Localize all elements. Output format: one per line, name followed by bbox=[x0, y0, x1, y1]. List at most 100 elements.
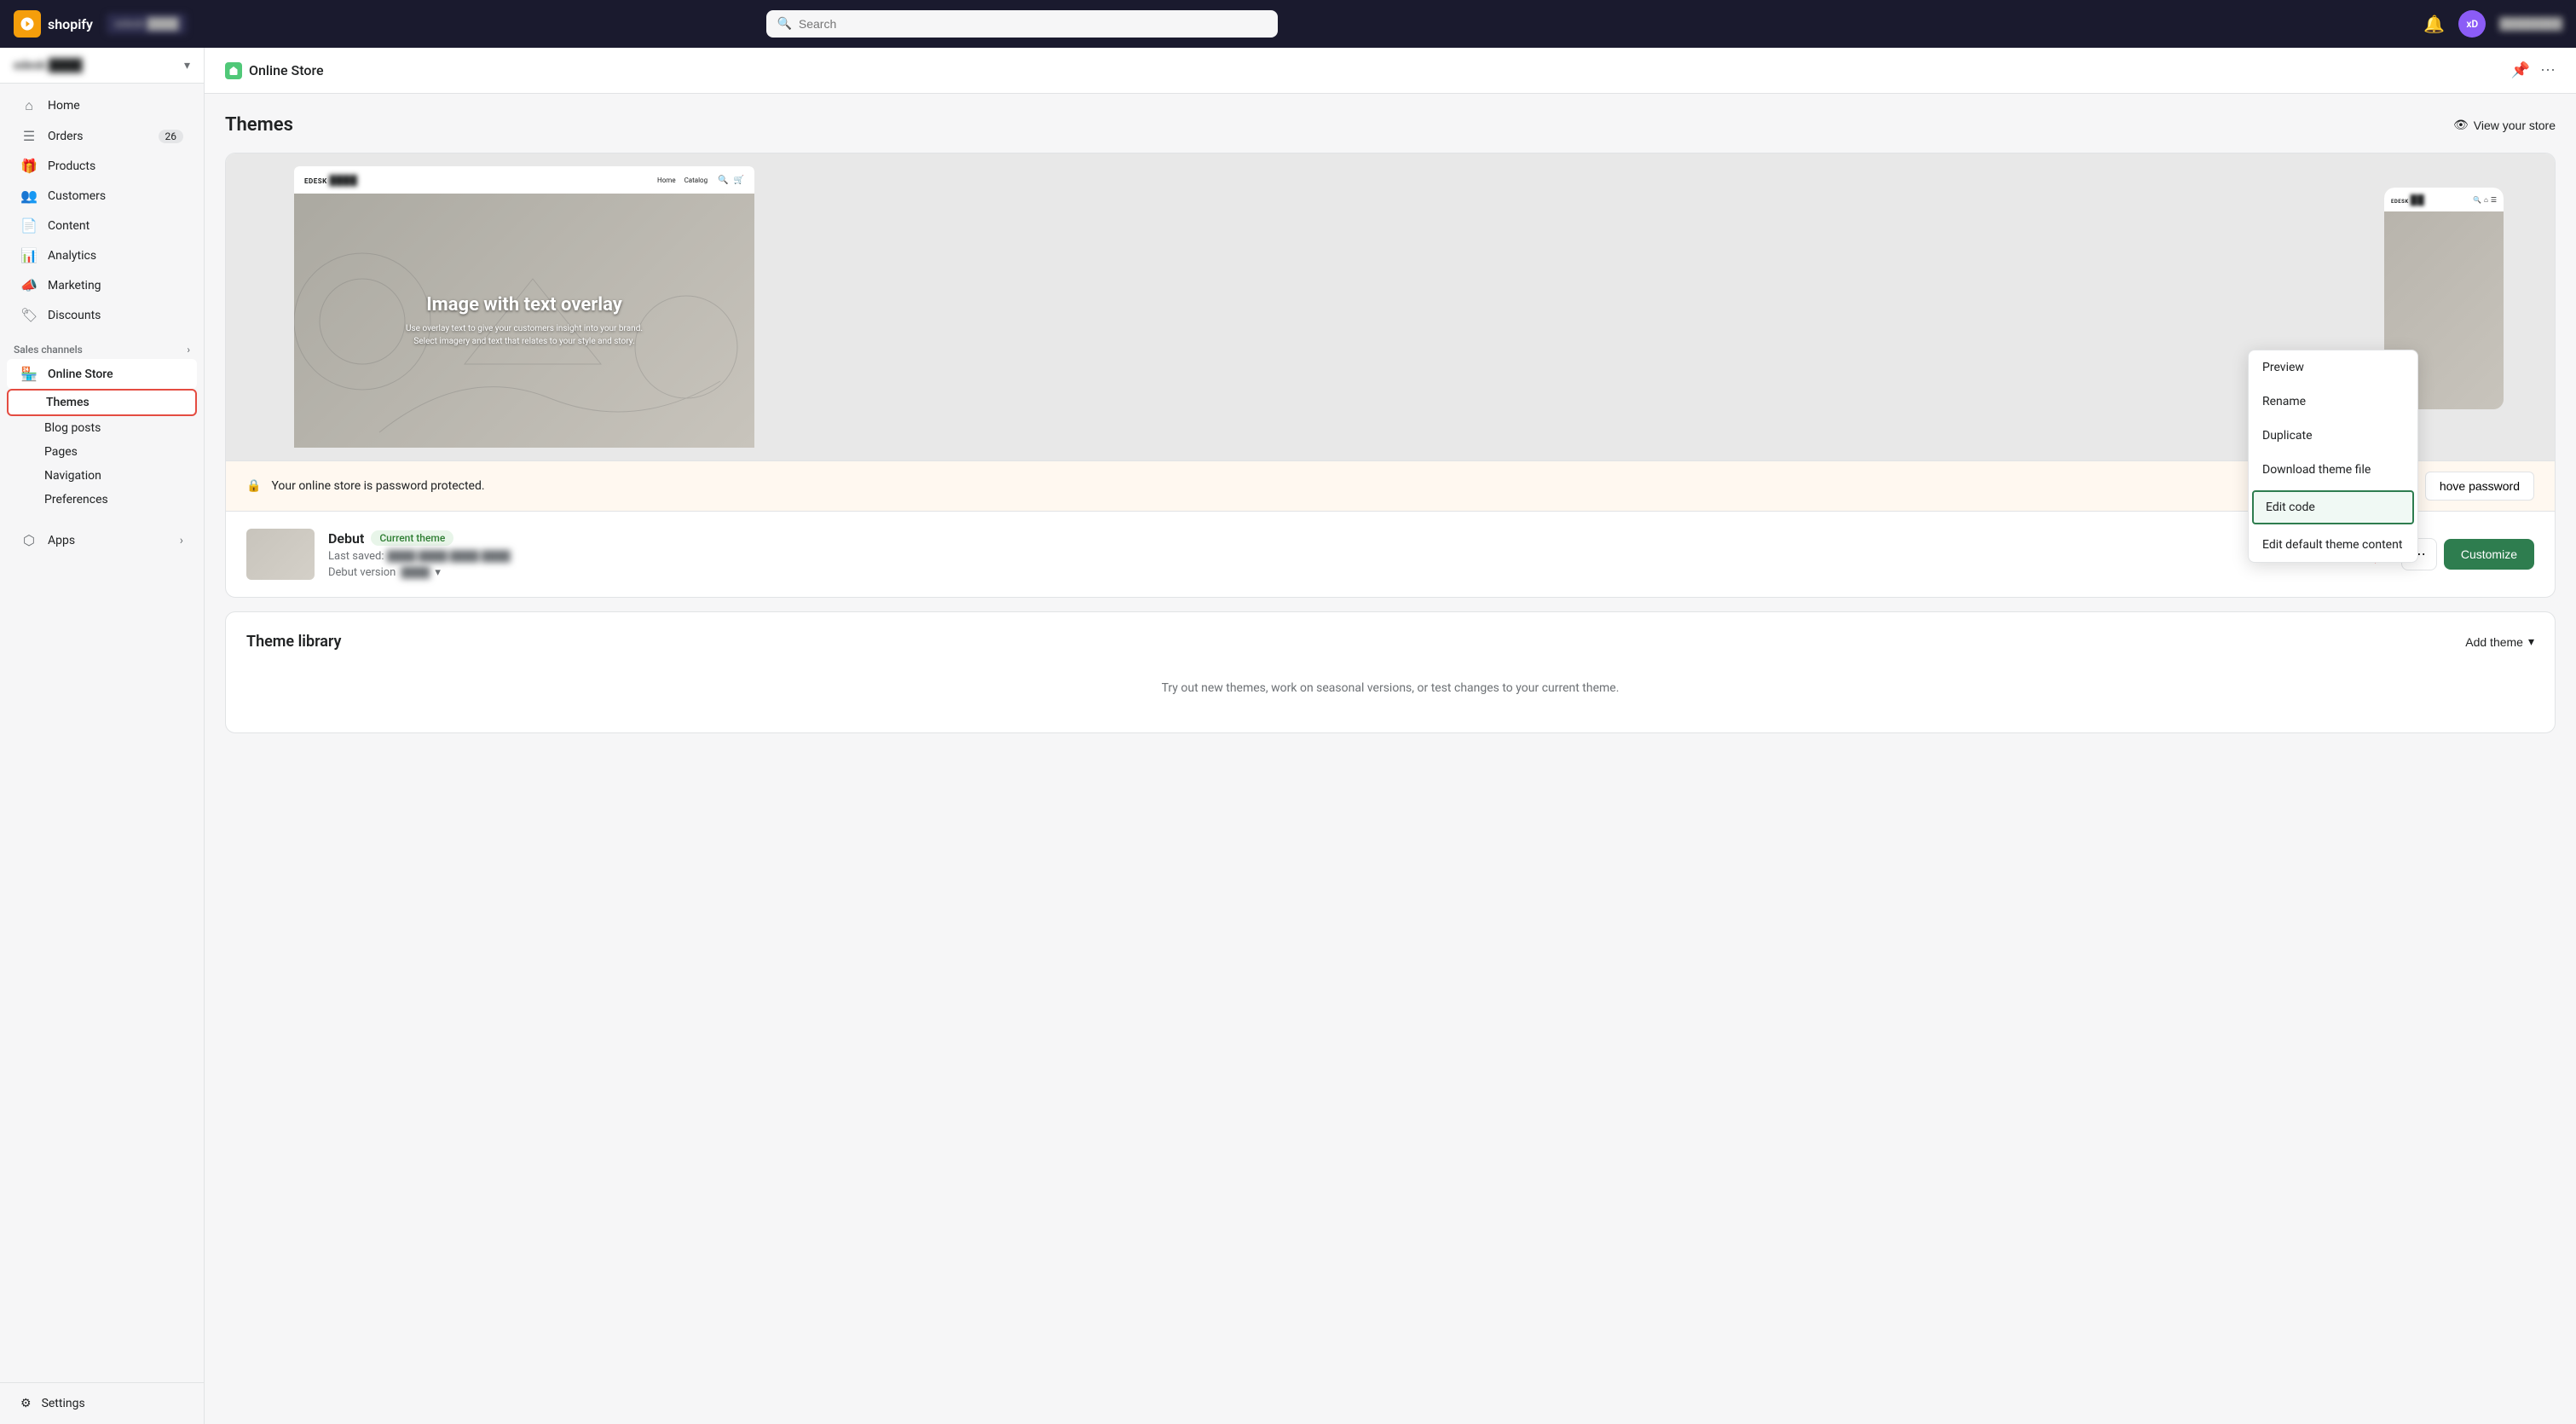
home-icon: ⌂ bbox=[20, 97, 38, 114]
sidebar-subitem-preferences[interactable]: Preferences bbox=[7, 488, 197, 512]
theme-info: Debut Current theme Last saved: ████ ███… bbox=[226, 512, 2555, 597]
view-store-icon: 👁 bbox=[2453, 118, 2469, 132]
themes-label: Themes bbox=[46, 396, 90, 409]
version-label: Debut version bbox=[328, 566, 396, 579]
customers-icon: 👥 bbox=[20, 188, 38, 204]
apps-section: ⬡ Apps › bbox=[0, 525, 204, 555]
sidebar-item-label: Discounts bbox=[48, 309, 101, 322]
content-icon: 📄 bbox=[20, 217, 38, 234]
theme-library-card: Theme library Add theme ▾ Try out new th… bbox=[225, 611, 2556, 733]
remove-password-button[interactable]: hove password bbox=[2425, 472, 2534, 501]
page-header-left: Online Store bbox=[225, 62, 324, 79]
sidebar-item-online-store[interactable]: 🏪 Online Store bbox=[7, 359, 197, 389]
themes-title: Themes bbox=[225, 114, 293, 136]
sales-channels-expand-icon: › bbox=[187, 344, 190, 356]
last-saved-value: ████ ████ ████ ████ bbox=[387, 550, 511, 562]
main-nav: ⌂ Home ☰ Orders 26 🎁 Products 👥 Customer… bbox=[0, 84, 204, 337]
store-selector-name: edesk ████ bbox=[14, 58, 83, 72]
products-icon: 🎁 bbox=[20, 158, 38, 174]
notification-button[interactable]: 🔔 bbox=[2423, 14, 2445, 35]
sidebar-item-settings[interactable]: ⚙ Settings bbox=[7, 1390, 197, 1417]
edit-code-label: Edit code bbox=[2266, 501, 2315, 514]
sidebar-item-content[interactable]: 📄 Content bbox=[7, 211, 197, 240]
sidebar-bottom: ⚙ Settings bbox=[0, 1382, 204, 1424]
sidebar-item-analytics[interactable]: 📊 Analytics bbox=[7, 240, 197, 270]
theme-meta: Last saved: ████ ████ ████ ████ bbox=[328, 550, 2388, 563]
apps-icon: ⬡ bbox=[20, 532, 38, 548]
customize-label: Customize bbox=[2461, 547, 2517, 561]
hero-title: Image with text overlay bbox=[405, 294, 644, 315]
pin-button[interactable]: 📌 bbox=[2511, 61, 2530, 79]
sidebar-subitem-themes[interactable]: Themes bbox=[7, 389, 197, 416]
preview-nav-icons: 🔍 🛒 bbox=[718, 176, 744, 185]
sidebar-item-label: Analytics bbox=[48, 249, 96, 263]
page-header-right: 📌 ⋯ bbox=[2511, 61, 2556, 79]
sidebar-item-apps[interactable]: ⬡ Apps › bbox=[7, 525, 197, 555]
view-store-button[interactable]: 👁 View your store bbox=[2453, 118, 2556, 132]
mobile-icons: 🔍 ⌂ ☰ bbox=[2473, 196, 2497, 204]
content-area: Themes 👁 View your store bbox=[205, 94, 2576, 754]
library-header: Theme library Add theme ▾ bbox=[246, 633, 2534, 651]
online-store-icon: 🏪 bbox=[20, 366, 38, 382]
store-selector-arrow: ▾ bbox=[184, 59, 190, 72]
main-content: Online Store 📌 ⋯ Themes 👁 View your stor… bbox=[205, 48, 2576, 1424]
search-input[interactable] bbox=[799, 17, 1268, 31]
orders-icon: ☰ bbox=[20, 128, 38, 144]
view-store-label: View your store bbox=[2474, 119, 2556, 132]
sidebar-item-products[interactable]: 🎁 Products bbox=[7, 151, 197, 181]
settings-icon: ⚙ bbox=[20, 1397, 32, 1410]
library-title: Theme library bbox=[246, 633, 341, 651]
version-dropdown-arrow[interactable]: ▾ bbox=[435, 566, 441, 579]
theme-name-row: Debut Current theme bbox=[328, 530, 2388, 547]
store-selector[interactable]: edesk ████ ▾ bbox=[0, 48, 204, 84]
dropdown-item-edit-default[interactable]: Edit default theme content bbox=[2249, 528, 2417, 562]
sidebar-item-customers[interactable]: 👥 Customers bbox=[7, 181, 197, 211]
apps-label: Apps bbox=[48, 534, 75, 547]
sidebar-subitem-navigation[interactable]: Navigation bbox=[7, 464, 197, 488]
theme-preview: EDESK ████ Home Catalog 🔍 🛒 bbox=[226, 153, 2555, 460]
preview-label: Preview bbox=[2262, 361, 2304, 374]
orders-badge: 26 bbox=[159, 130, 184, 143]
mobile-logo: EDESK ██ bbox=[2391, 194, 2424, 205]
duplicate-label: Duplicate bbox=[2262, 429, 2313, 443]
sidebar-item-label: Home bbox=[48, 99, 80, 113]
sidebar-item-home[interactable]: ⌂ Home bbox=[7, 90, 197, 121]
hero-description: Use overlay text to give your customers … bbox=[405, 322, 644, 348]
sidebar-item-label: Online Store bbox=[48, 368, 113, 381]
sidebar-subitem-blog-posts[interactable]: Blog posts bbox=[7, 416, 197, 440]
dropdown-item-rename[interactable]: Rename bbox=[2249, 385, 2417, 419]
sidebar-item-orders[interactable]: ☰ Orders 26 bbox=[7, 121, 197, 151]
avatar: xD bbox=[2458, 10, 2486, 38]
lock-icon: 🔒 bbox=[246, 479, 261, 493]
dropdown-item-preview[interactable]: Preview bbox=[2249, 350, 2417, 385]
desktop-frame: EDESK ████ Home Catalog 🔍 🛒 bbox=[294, 166, 754, 448]
dropdown-menu: Preview Rename Duplicate Download theme … bbox=[2248, 350, 2418, 563]
sidebar-item-discounts[interactable]: 🏷 Discounts bbox=[7, 300, 197, 330]
theme-card: EDESK ████ Home Catalog 🔍 🛒 bbox=[225, 153, 2556, 598]
customize-button[interactable]: Customize bbox=[2444, 539, 2534, 570]
thumb-image bbox=[246, 529, 315, 580]
sidebar-item-label: Products bbox=[48, 159, 95, 173]
theme-details: Debut Current theme Last saved: ████ ███… bbox=[328, 530, 2388, 579]
themes-section-header: Themes 👁 View your store bbox=[225, 114, 2556, 136]
dropdown-item-duplicate[interactable]: Duplicate bbox=[2249, 419, 2417, 453]
pages-label: Pages bbox=[44, 445, 78, 459]
theme-version: Debut version ████ ▾ bbox=[328, 566, 2388, 579]
search-area: 🔍 bbox=[766, 10, 1278, 38]
more-button[interactable]: ⋯ bbox=[2540, 61, 2556, 79]
sidebar-item-marketing[interactable]: 📣 Marketing bbox=[7, 270, 197, 300]
dropdown-item-edit-code[interactable]: Edit code bbox=[2252, 490, 2414, 524]
theme-thumbnail bbox=[246, 529, 315, 580]
logo: shopify bbox=[14, 10, 93, 38]
preferences-label: Preferences bbox=[44, 493, 108, 507]
add-theme-label: Add theme bbox=[2465, 635, 2523, 649]
analytics-icon: 📊 bbox=[20, 247, 38, 263]
dropdown-item-download[interactable]: Download theme file bbox=[2249, 453, 2417, 487]
blog-posts-label: Blog posts bbox=[44, 421, 101, 435]
password-banner: 🔒 Your online store is password protecte… bbox=[226, 460, 2555, 512]
hero-text-block: Image with text overlay Use overlay text… bbox=[371, 294, 678, 348]
add-theme-button[interactable]: Add theme ▾ bbox=[2465, 634, 2534, 649]
sidebar-subitem-pages[interactable]: Pages bbox=[7, 440, 197, 464]
password-text: Your online store is password protected. bbox=[271, 479, 2414, 493]
sidebar-item-label: Marketing bbox=[48, 279, 101, 292]
